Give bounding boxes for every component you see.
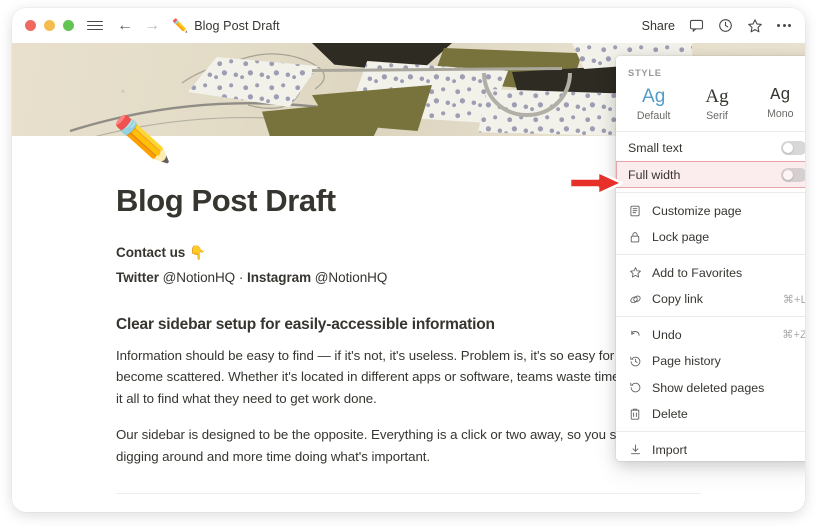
page-options-menu: STYLE Ag Default Ag Serif Ag Mono Small … [616, 56, 805, 461]
style-label-serif: Serif [706, 109, 728, 122]
star-icon[interactable] [747, 18, 763, 34]
share-group: Add to Favorites Copy link ⌘+L [616, 255, 805, 316]
customize-page-label: Customize page [652, 203, 742, 218]
forward-arrow-icon[interactable]: → [144, 17, 160, 34]
clock-icon[interactable] [718, 18, 733, 33]
menu-item-full-width[interactable]: Full width [616, 161, 805, 189]
style-option-default[interactable]: Ag Default [622, 84, 685, 122]
small-text-label: Small text [628, 141, 683, 156]
menu-item-add-to-favorites[interactable]: Add to Favorites [616, 259, 805, 286]
style-section-label: STYLE [628, 67, 662, 78]
twitter-label: Twitter [116, 269, 159, 285]
style-options: Ag Default Ag Serif Ag Mono [616, 83, 805, 131]
show-deleted-pages-label: Show deleted pages [652, 380, 765, 395]
trash-icon [628, 408, 642, 420]
close-button[interactable] [25, 20, 36, 31]
link-icon [628, 293, 642, 306]
copy-link-shortcut: ⌘+L [782, 293, 805, 306]
style-sample-default: Ag [642, 86, 666, 107]
comment-icon[interactable] [689, 18, 704, 33]
add-to-favorites-label: Add to Favorites [652, 265, 743, 280]
menu-item-undo[interactable]: Undo ⌘+Z [616, 321, 805, 348]
undo-shortcut: ⌘+Z [782, 329, 805, 342]
minimize-button[interactable] [44, 20, 55, 31]
menu-item-page-history[interactable]: Page history [616, 348, 805, 375]
hamburger-icon[interactable] [87, 18, 103, 33]
import-icon [628, 443, 642, 456]
undo-icon [628, 328, 642, 341]
instagram-label: Instagram [247, 269, 312, 285]
window-controls[interactable] [25, 20, 74, 31]
page-icon [628, 205, 642, 217]
share-button[interactable]: Share [642, 19, 675, 33]
titlebar: ← → ✏️ Blog Post Draft Share [12, 8, 805, 43]
menu-item-delete[interactable]: Delete [616, 401, 805, 428]
style-sample-mono: Ag [770, 86, 791, 105]
menu-item-customize-page[interactable]: Customize page [616, 197, 805, 224]
delete-label: Delete [652, 407, 688, 422]
contact-label: Contact us [116, 244, 186, 260]
app-window: ← → ✏️ Blog Post Draft Share ✏️ Blog Pos… [12, 8, 805, 512]
star-icon [628, 266, 642, 279]
style-label-default: Default [636, 109, 671, 122]
page-emoji-pencil[interactable]: ✏️ [113, 112, 173, 167]
ellipsis-icon[interactable] [777, 22, 791, 29]
import-label: Import [652, 442, 688, 457]
back-arrow-icon[interactable]: ← [117, 17, 133, 34]
restore-icon [628, 381, 642, 394]
annotation-arrow-icon [568, 170, 624, 196]
full-width-toggle[interactable] [781, 168, 805, 182]
social-separator: · [238, 269, 244, 285]
lock-icon [628, 231, 642, 243]
menu-item-small-text[interactable]: Small text [616, 135, 805, 162]
twitter-handle[interactable]: @NotionHQ [163, 270, 236, 285]
pencil-icon: ✏️ [172, 17, 189, 33]
maximize-button[interactable] [63, 20, 74, 31]
page-history-label: Page history [652, 354, 721, 369]
page-group: Customize page Lock page [616, 193, 805, 254]
menu-item-show-deleted-pages[interactable]: Show deleted pages [616, 374, 805, 401]
instagram-handle[interactable]: @NotionHQ [315, 270, 388, 285]
pointing-down-icon: 👇 [188, 244, 206, 260]
screenshot-frame: ← → ✏️ Blog Post Draft Share ✏️ Blog Pos… [0, 0, 817, 527]
io-group: Import Export [616, 432, 805, 461]
style-option-mono[interactable]: Ag Mono [749, 84, 805, 122]
small-text-toggle[interactable] [781, 141, 805, 155]
lock-page-label: Lock page [652, 230, 710, 245]
history-icon [628, 355, 642, 368]
style-sample-serif: Ag [705, 86, 729, 107]
edit-group: Undo ⌘+Z Page history Show deleted pages… [616, 317, 805, 431]
copy-link-label: Copy link [652, 292, 703, 307]
breadcrumb-title[interactable]: Blog Post Draft [194, 19, 280, 33]
style-option-serif[interactable]: Ag Serif [685, 84, 748, 122]
menu-item-import[interactable]: Import [616, 436, 805, 461]
content-divider [116, 493, 701, 494]
undo-label: Undo [652, 327, 682, 342]
titlebar-actions: Share [642, 18, 791, 34]
menu-item-copy-link[interactable]: Copy link ⌘+L [616, 286, 805, 313]
style-label-mono: Mono [767, 107, 794, 120]
full-width-label: Full width [628, 167, 681, 182]
menu-item-lock-page[interactable]: Lock page [616, 224, 805, 251]
toggle-group: Small text Full width [616, 132, 805, 193]
